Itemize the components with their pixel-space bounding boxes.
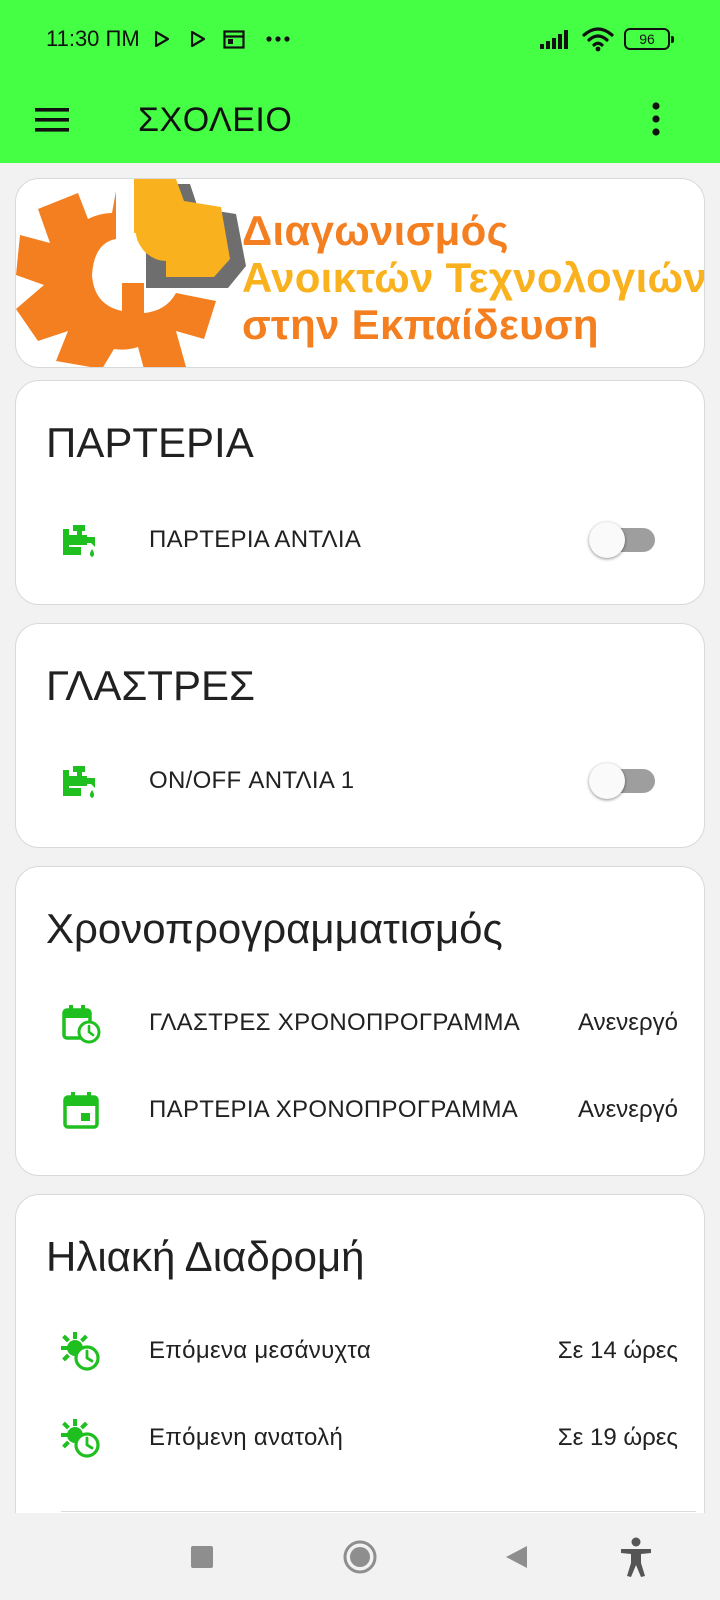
- accessibility-icon: [621, 1537, 651, 1577]
- battery-icon: 96: [624, 28, 674, 50]
- dashboard-content[interactable]: Διαγωνισμός Ανοικτών Τεχνολογιών στην Εκ…: [0, 163, 720, 1513]
- water-pump-icon: [60, 520, 102, 562]
- home-button[interactable]: [338, 1535, 382, 1579]
- cellular-signal-icon: [540, 30, 568, 49]
- system-icons: 96: [540, 24, 674, 54]
- recents-button[interactable]: [180, 1535, 224, 1579]
- calendar-icon: [60, 1090, 102, 1132]
- status-time: 11:30 ΠΜ: [46, 26, 140, 51]
- sun-event-label: Επόμενη ανατολή: [149, 1424, 344, 1451]
- switch-label: ΠΑΡΤΕΡΙΑ ΑΝΤΛΙΑ: [149, 526, 362, 553]
- battery-level: 96: [639, 31, 655, 47]
- sun-event-time: Σε 14 ώρες: [557, 1337, 678, 1364]
- card-divider: [61, 1511, 696, 1512]
- glastres-card: ΓΛΑΣΤΡΕΣ ON/OFF ΑΝΤΛΙΑ 1: [15, 623, 705, 848]
- play-store-icon: [191, 31, 205, 47]
- switch-row-parteria-pump[interactable]: ΠΑΡΤΕΡΙΑ ΑΝΤΛΙΑ: [16, 510, 706, 570]
- more-dots-icon: [266, 36, 290, 42]
- hamburger-menu-icon: [35, 108, 69, 132]
- calendar-icon: [223, 30, 245, 49]
- sun-event-label: Επόμενα μεσάνυχτα: [149, 1337, 372, 1364]
- toggle-thumb: [589, 522, 625, 558]
- schedule-row-glastres[interactable]: ΓΛΑΣΤΡΕΣ ΧΡΟΝΟΠΡΟΓΡΑΜΜΑ Ανενεργό: [16, 993, 706, 1053]
- banner-line-2: Ανοικτών Τεχνολογιών: [242, 254, 705, 301]
- card-title: ΠΑΡΤΕΡΙΑ: [46, 419, 254, 466]
- sun-row-next-midnight[interactable]: Επόμενα μεσάνυχτα Σε 14 ώρες: [16, 1321, 706, 1381]
- schedule-state: Ανενεργό: [578, 1009, 678, 1036]
- open-technologies-logo: [16, 179, 246, 367]
- schedule-label: ΓΛΑΣΤΡΕΣ ΧΡΟΝΟΠΡΟΓΡΑΜΜΑ: [149, 1009, 521, 1036]
- banner-line-1: Διαγωνισμός: [242, 207, 509, 254]
- banner-line-3: στην Εκπαίδευση: [242, 301, 599, 348]
- sun-row-next-sunrise[interactable]: Επόμενη ανατολή Σε 19 ώρες: [16, 1408, 706, 1468]
- recents-square-icon: [191, 1546, 213, 1568]
- schedule-label: ΠΑΡΤΕΡΙΑ ΧΡΟΝΟΠΡΟΓΡΑΜΜΑ: [149, 1096, 519, 1123]
- schedule-state: Ανενεργό: [578, 1096, 678, 1123]
- banner-text: Διαγωνισμός Ανοικτών Τεχνολογιών στην Εκ…: [242, 207, 705, 348]
- sun-event-time: Σε 19 ώρες: [557, 1424, 678, 1451]
- app-bar: ΣΧΟΛΕΙΟ: [0, 80, 720, 163]
- glastres-pump-toggle[interactable]: [589, 762, 657, 800]
- schedule-row-parteria[interactable]: ΠΑΡΤΕΡΙΑ ΧΡΟΝΟΠΡΟΓΡΑΜΜΑ Ανενεργό: [16, 1080, 706, 1140]
- banner-card: Διαγωνισμός Ανοικτών Τεχνολογιών στην Εκ…: [15, 178, 705, 368]
- accessibility-button[interactable]: [614, 1535, 658, 1579]
- notification-icons: [155, 28, 291, 50]
- card-title: ΓΛΑΣΤΡΕΣ: [46, 662, 255, 709]
- toggle-thumb: [589, 763, 625, 799]
- wifi-icon: [582, 27, 614, 52]
- calendar-clock-icon: [60, 1003, 102, 1045]
- water-pump-icon: [60, 761, 102, 803]
- play-store-icon: [155, 31, 169, 47]
- parteria-card: ΠΑΡΤΕΡΙΑ ΠΑΡΤΕΡΙΑ ΑΝΤΛΙΑ: [15, 380, 705, 605]
- top-bar: 11:30 ΠΜ 96 ΣΧΟΛΕΙΟ: [0, 0, 720, 163]
- back-button[interactable]: [494, 1535, 538, 1579]
- app-title: ΣΧΟΛΕΙΟ: [138, 101, 293, 139]
- card-title: Χρονοπρογραμματισμός: [46, 905, 503, 952]
- schedule-card: Χρονοπρογραμματισμός ΓΛΑΣΤΡΕΣ ΧΡΟΝΟΠΡΟΓΡ…: [15, 866, 705, 1176]
- switch-label: ON/OFF ΑΝΤΛΙΑ 1: [149, 767, 355, 794]
- parteria-pump-toggle[interactable]: [589, 521, 657, 559]
- status-bar: 11:30 ΠΜ 96: [0, 0, 720, 80]
- back-triangle-icon: [506, 1546, 527, 1568]
- overflow-menu-button[interactable]: [636, 94, 676, 144]
- sun-clock-icon: [60, 1418, 102, 1460]
- menu-button[interactable]: [30, 98, 74, 142]
- sun-card: Ηλιακή Διαδρομή Επόμενα μεσάνυχτα Σε 14 …: [15, 1194, 705, 1513]
- sun-clock-icon: [60, 1331, 102, 1373]
- switch-row-glastres-pump[interactable]: ON/OFF ΑΝΤΛΙΑ 1: [16, 751, 706, 811]
- more-vert-icon: [652, 102, 660, 136]
- navigation-bar: [0, 1513, 720, 1600]
- card-title: Ηλιακή Διαδρομή: [46, 1233, 365, 1280]
- home-circle-icon: [343, 1540, 377, 1574]
